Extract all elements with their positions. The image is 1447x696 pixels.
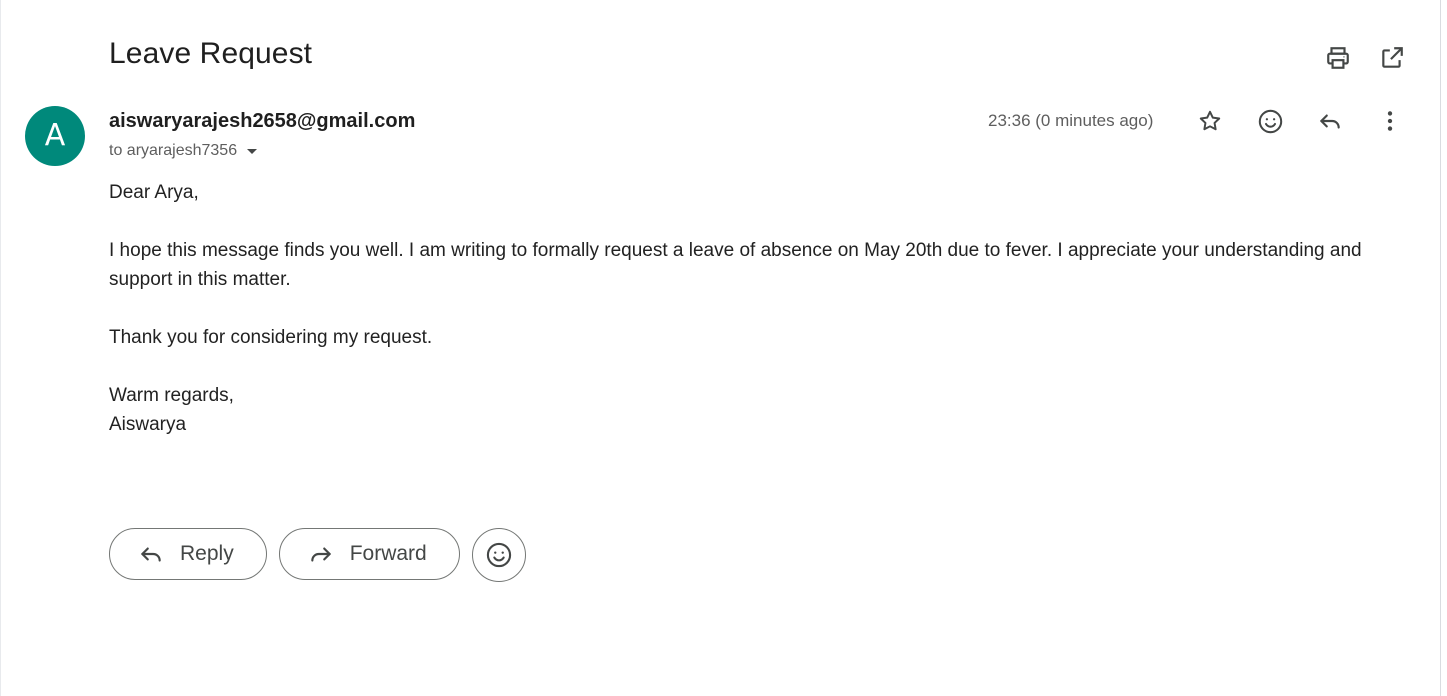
subject-toolbar: [1318, 38, 1412, 78]
message-actions: [1190, 101, 1410, 141]
email-timestamp: 23:36 (0 minutes ago): [988, 111, 1154, 130]
emoji-reaction-button[interactable]: [471, 528, 526, 582]
open-new-window-button[interactable]: [1372, 38, 1412, 78]
emoji-icon: [486, 542, 511, 568]
email-closing: Warm regards,: [109, 385, 234, 406]
star-button[interactable]: [1190, 101, 1230, 141]
reply-arrow-icon: [141, 547, 161, 562]
sender-avatar[interactable]: A: [25, 106, 85, 166]
sender-email[interactable]: aiswaryarajesh2658@gmail.com: [109, 108, 415, 134]
email-body: Dear Arya, I hope this message finds you…: [109, 178, 1409, 439]
scrollbar-edge[interactable]: [1440, 0, 1441, 696]
recipient-label: to aryarajesh7356: [109, 142, 238, 159]
chevron-down-icon: [247, 148, 258, 154]
reply-actions-bar: Reply Forward: [109, 528, 526, 582]
forward-button[interactable]: Forward: [278, 528, 460, 580]
open-in-new-window-icon: [1382, 47, 1403, 68]
email-greeting: Dear Arya,: [109, 182, 199, 203]
email-paragraph: Thank you for considering my request.: [109, 327, 433, 348]
reply-button[interactable]: [1310, 101, 1350, 141]
print-button[interactable]: [1318, 38, 1358, 78]
email-subject: Leave Request: [109, 37, 313, 70]
star-icon: [1199, 110, 1221, 131]
forward-arrow-icon: [310, 547, 331, 562]
email-paragraph: I hope this message finds you well. I am…: [109, 240, 1362, 290]
email-signature: Aiswarya: [109, 414, 187, 435]
reply-icon: [1320, 114, 1340, 129]
reply-label: Reply: [180, 542, 234, 565]
more-vert-icon: [1387, 111, 1393, 131]
recipient-details-toggle[interactable]: to aryarajesh7356: [109, 140, 258, 162]
reply-button-large[interactable]: Reply: [109, 528, 267, 580]
add-reaction-button[interactable]: [1250, 101, 1290, 141]
print-icon: [1327, 47, 1349, 69]
forward-label: Forward: [349, 542, 427, 565]
emoji-reaction-icon: [1258, 109, 1282, 133]
more-options-button[interactable]: [1370, 101, 1410, 141]
